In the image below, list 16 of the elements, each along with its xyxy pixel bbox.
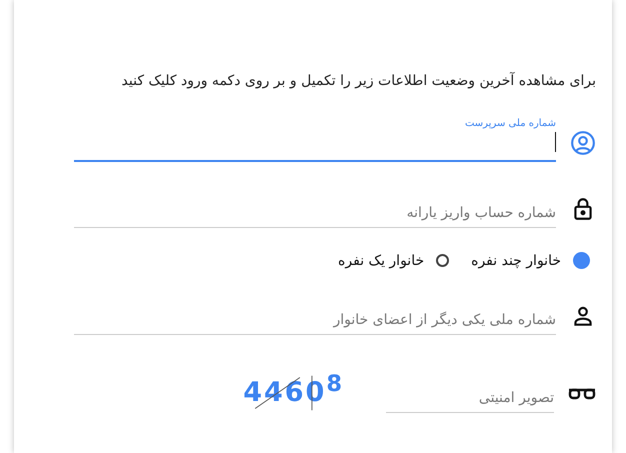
field-placeholder: شماره حساب واریز یارانه xyxy=(406,205,556,221)
glasses-icon xyxy=(568,387,596,401)
radio-button[interactable] xyxy=(573,252,590,269)
text-cursor xyxy=(555,132,556,152)
field-placeholder: شماره ملی یکی دیگر از اعضای خانوار xyxy=(333,312,556,328)
input-field[interactable]: شماره ملی سرپرست xyxy=(74,118,556,162)
instruction-text: برای مشاهده آخرین وضعیت اطلاعات زیر را تکمیل و بر روی دکمه ورود کلیک کنید xyxy=(120,71,596,91)
radio-button[interactable] xyxy=(436,254,450,267)
field-placeholder: تصویر امنیتی xyxy=(478,390,554,406)
user-circle-icon xyxy=(570,130,596,156)
field-label: شماره ملی سرپرست xyxy=(464,118,556,129)
input-field[interactable]: شماره ملی یکی دیگر از اعضای خانوار xyxy=(74,291,556,335)
input-field[interactable]: تصویر امنیتی xyxy=(386,369,554,413)
radio-label[interactable]: خانوار یک نفره xyxy=(338,252,424,268)
radio-label[interactable]: خانوار چند نفره xyxy=(471,252,561,268)
input-field[interactable]: شماره حساب واریز یارانه xyxy=(74,184,556,228)
